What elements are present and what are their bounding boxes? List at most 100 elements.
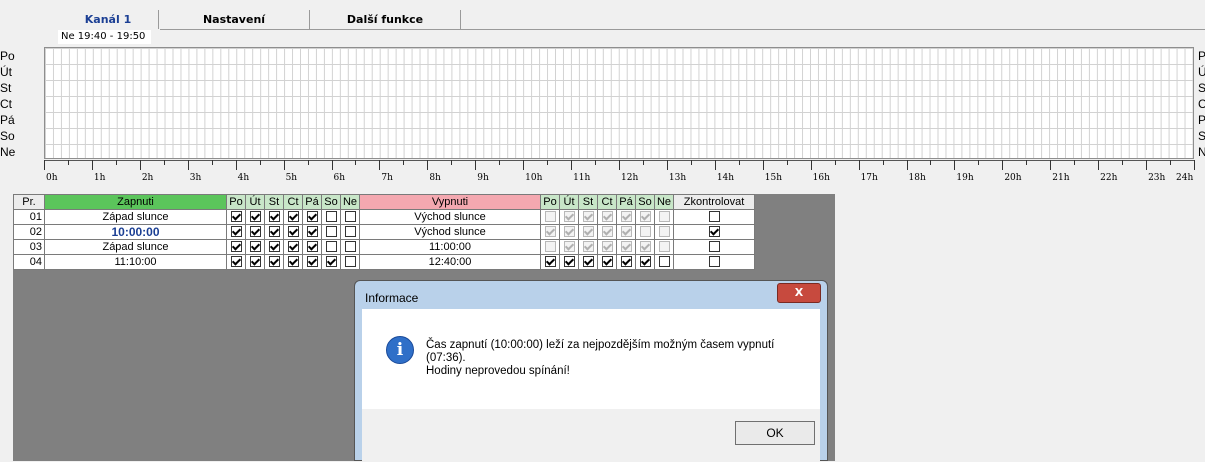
on-day-cell[interactable] (245, 254, 265, 270)
on-day-cell[interactable] (226, 209, 246, 225)
off-day-cell[interactable] (578, 254, 598, 270)
on-day-checkbox[interactable] (268, 241, 280, 253)
off-day-cell[interactable] (597, 224, 617, 240)
off-day-checkbox[interactable] (658, 256, 670, 268)
on-day-cell[interactable] (245, 239, 265, 255)
off-day-cell[interactable] (635, 254, 655, 270)
on-day-cell[interactable] (283, 254, 303, 270)
on-day-cell[interactable] (302, 239, 322, 255)
on-day-checkbox[interactable] (344, 226, 356, 238)
off-time-cell[interactable]: 11:00:00 (359, 239, 541, 255)
check-checkbox[interactable] (708, 226, 720, 238)
off-day-cell[interactable] (616, 254, 636, 270)
on-day-checkbox[interactable] (287, 226, 299, 238)
off-day-checkbox[interactable] (639, 256, 651, 268)
off-day-cell[interactable] (616, 239, 636, 255)
on-day-checkbox[interactable] (249, 211, 261, 223)
off-day-cell[interactable] (635, 239, 655, 255)
on-day-checkbox[interactable] (268, 256, 280, 268)
off-day-cell[interactable] (654, 239, 674, 255)
off-day-checkbox[interactable] (544, 256, 556, 268)
on-day-cell[interactable] (340, 224, 360, 240)
tab-nastaveni[interactable]: Nastavení (159, 10, 310, 29)
on-day-cell[interactable] (245, 209, 265, 225)
on-day-checkbox[interactable] (344, 241, 356, 253)
off-day-cell[interactable] (540, 254, 560, 270)
on-day-cell[interactable] (264, 239, 284, 255)
on-time-cell[interactable]: 10:00:00 (44, 224, 227, 240)
on-day-checkbox[interactable] (287, 256, 299, 268)
off-day-cell[interactable] (654, 224, 674, 240)
off-day-cell[interactable] (635, 209, 655, 225)
on-time-cell[interactable]: Západ slunce (44, 239, 227, 255)
on-day-checkbox[interactable] (268, 226, 280, 238)
on-day-cell[interactable] (340, 254, 360, 270)
off-day-checkbox[interactable] (563, 256, 575, 268)
on-day-checkbox[interactable] (249, 226, 261, 238)
off-day-cell[interactable] (654, 209, 674, 225)
on-time-cell[interactable]: 11:10:00 (44, 254, 227, 270)
on-day-checkbox[interactable] (287, 241, 299, 253)
on-day-cell[interactable] (302, 224, 322, 240)
check-cell[interactable] (673, 209, 755, 225)
on-day-cell[interactable] (226, 254, 246, 270)
off-day-cell[interactable] (540, 239, 560, 255)
on-day-checkbox[interactable] (249, 256, 261, 268)
off-day-cell[interactable] (540, 224, 560, 240)
on-day-cell[interactable] (226, 224, 246, 240)
check-cell[interactable] (673, 254, 755, 270)
on-day-cell[interactable] (321, 254, 341, 270)
off-day-cell[interactable] (559, 209, 579, 225)
on-day-cell[interactable] (245, 224, 265, 240)
on-day-cell[interactable] (302, 254, 322, 270)
ok-button[interactable]: OK (735, 421, 815, 445)
on-day-cell[interactable] (283, 239, 303, 255)
on-day-cell[interactable] (264, 209, 284, 225)
off-day-cell[interactable] (578, 239, 598, 255)
on-day-checkbox[interactable] (287, 211, 299, 223)
off-day-cell[interactable] (578, 209, 598, 225)
on-day-checkbox[interactable] (249, 241, 261, 253)
check-checkbox[interactable] (708, 256, 720, 268)
off-day-checkbox[interactable] (620, 256, 632, 268)
off-day-cell[interactable] (559, 224, 579, 240)
on-day-cell[interactable] (321, 239, 341, 255)
close-button[interactable]: X (777, 283, 821, 303)
on-day-checkbox[interactable] (325, 241, 337, 253)
on-day-checkbox[interactable] (230, 241, 242, 253)
on-day-checkbox[interactable] (306, 226, 318, 238)
table-row[interactable]: 03 Západ slunce 11:00:00 (13, 239, 755, 255)
on-time-cell[interactable]: Západ slunce (44, 209, 227, 225)
on-day-checkbox[interactable] (306, 256, 318, 268)
on-day-checkbox[interactable] (230, 211, 242, 223)
on-day-cell[interactable] (226, 239, 246, 255)
off-day-cell[interactable] (654, 254, 674, 270)
off-day-cell[interactable] (597, 254, 617, 270)
off-time-cell[interactable]: Východ slunce (359, 224, 541, 240)
on-day-checkbox[interactable] (268, 211, 280, 223)
on-day-cell[interactable] (340, 209, 360, 225)
on-day-checkbox[interactable] (230, 226, 242, 238)
on-day-checkbox[interactable] (325, 211, 337, 223)
off-day-cell[interactable] (616, 224, 636, 240)
on-day-checkbox[interactable] (344, 211, 356, 223)
check-cell[interactable] (673, 239, 755, 255)
on-day-checkbox[interactable] (325, 226, 337, 238)
off-day-cell[interactable] (635, 224, 655, 240)
check-cell[interactable] (673, 224, 755, 240)
on-day-cell[interactable] (264, 254, 284, 270)
table-row[interactable]: 02 10:00:00 Východ slunce (13, 224, 755, 240)
on-day-cell[interactable] (340, 239, 360, 255)
on-day-cell[interactable] (321, 209, 341, 225)
off-day-cell[interactable] (559, 254, 579, 270)
week-schedule-grid[interactable] (44, 47, 1194, 159)
off-time-cell[interactable]: 12:40:00 (359, 254, 541, 270)
off-day-cell[interactable] (616, 209, 636, 225)
off-day-cell[interactable] (597, 209, 617, 225)
on-day-cell[interactable] (264, 224, 284, 240)
on-day-cell[interactable] (283, 209, 303, 225)
off-day-checkbox[interactable] (601, 256, 613, 268)
on-day-cell[interactable] (321, 224, 341, 240)
table-row[interactable]: 04 11:10:00 12:40:00 (13, 254, 755, 270)
off-day-cell[interactable] (540, 209, 560, 225)
